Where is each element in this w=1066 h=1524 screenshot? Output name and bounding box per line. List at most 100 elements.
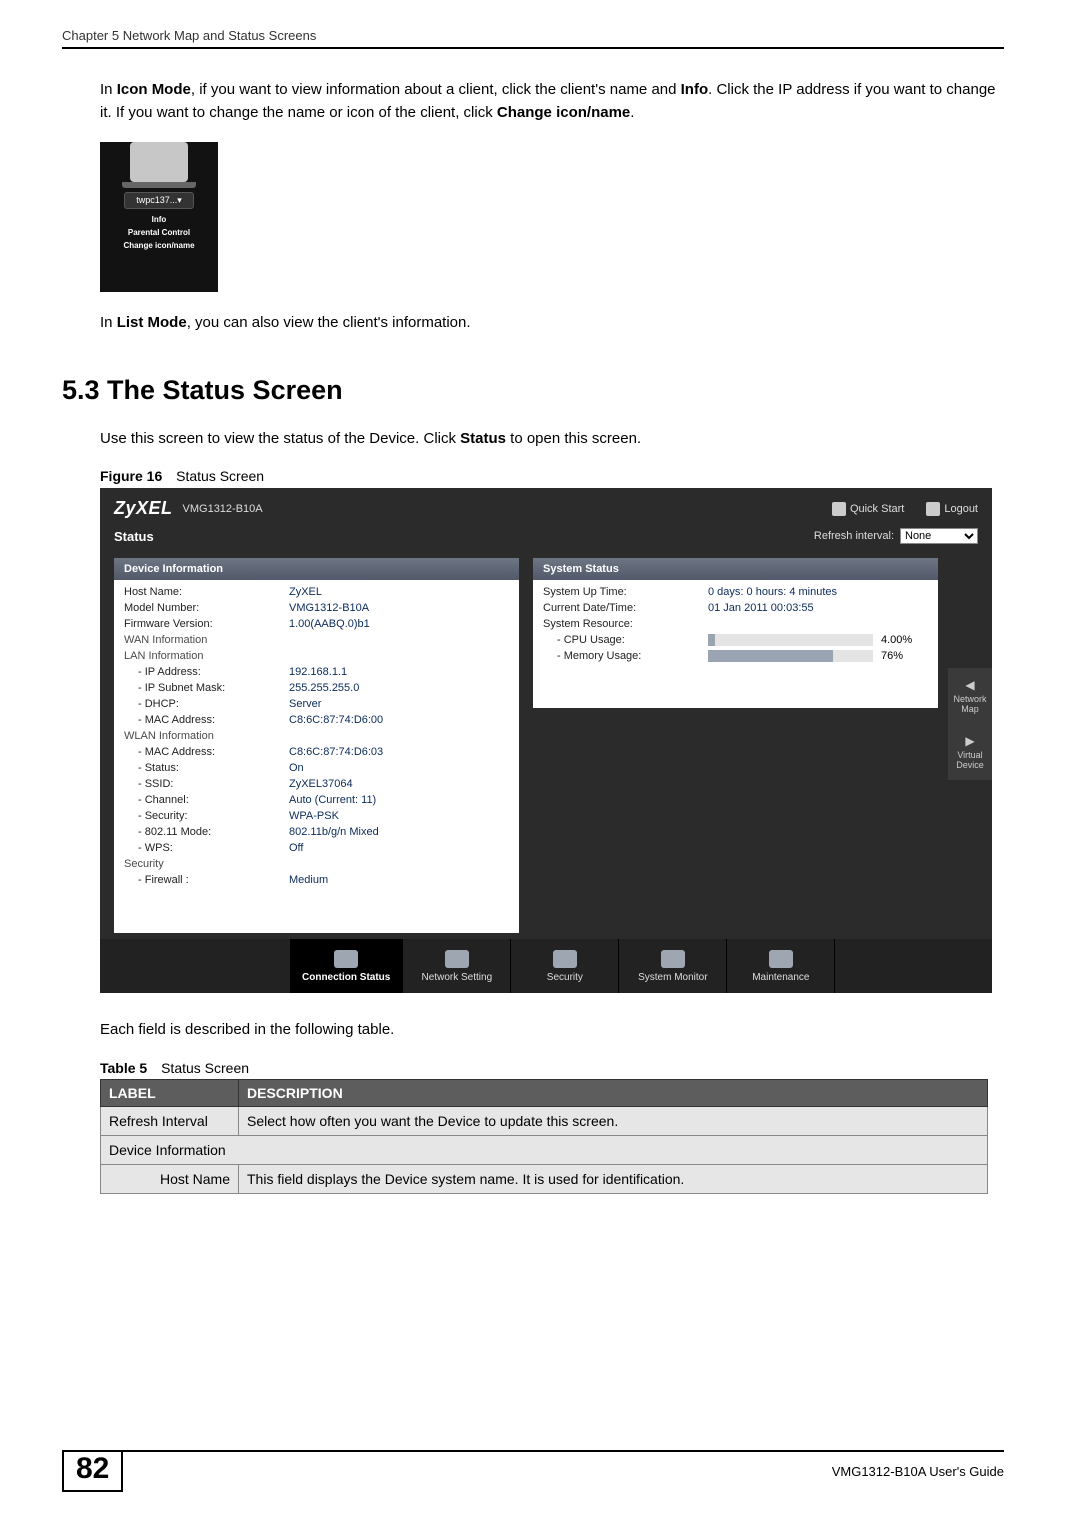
device-model: VMG1312-B10A [183,503,263,515]
bottom-nav-item[interactable]: System Monitor [619,939,727,993]
info-row: - IP Subnet Mask:255.255.255.0 [114,680,519,696]
table-header-description: DESCRIPTION [239,1079,988,1106]
row-label: Current Date/Time: [543,602,708,614]
info-row: WLAN Information [114,728,519,744]
page-footer: 82 VMG1312-B10A User's Guide [62,1450,1004,1492]
row-value: 0 days: 0 hours: 4 minutes [708,586,928,598]
row-label: - Security: [124,810,289,822]
row-value: 1.00(AABQ.0)b1 [289,618,509,630]
nav-icon [334,950,358,968]
text-bold: Info [681,81,709,98]
info-row: - 802.11 Mode:802.11b/g/n Mixed [114,824,519,840]
refresh-interval-select[interactable]: None [900,528,978,544]
table-cell-description: Select how often you want the Device to … [239,1106,988,1135]
text: , you can also view the client's informa… [187,314,471,331]
device-info-rows: Host Name:ZyXELModel Number:VMG1312-B10A… [114,580,519,892]
table-row: Refresh IntervalSelect how often you wan… [101,1106,988,1135]
virtual-device-tab[interactable]: ▶ Virtual Device [948,724,992,780]
row-value [289,858,509,870]
row-value: Server [289,698,509,710]
row-label: - Channel: [124,794,289,806]
page-number: 82 [62,1452,123,1492]
row-value: 255.255.255.0 [289,682,509,694]
info-row: Host Name:ZyXEL [114,584,519,600]
text: In [100,314,117,331]
guide-name: VMG1312-B10A User's Guide [832,1452,1004,1479]
row-label: - Status: [124,762,289,774]
info-row: Security [114,856,519,872]
logout-label: Logout [944,502,978,514]
table-cell-description: This field displays the Device system na… [239,1164,988,1193]
nav-label: Maintenance [752,972,809,983]
brand-logo: ZyXEL [114,498,173,519]
logout-link[interactable]: Logout [926,502,978,516]
text: Use this screen to view the status of th… [100,430,460,447]
usage-percent: 4.00% [881,634,912,646]
bottom-nav: Connection Status Network Setting Security… [100,939,992,993]
row-label: - MAC Address: [124,746,289,758]
row-value: WPA-PSK [289,810,509,822]
usage-percent: 76% [881,650,903,662]
status-screenshot: ZyXEL VMG1312-B10A Quick Start Logout St… [100,488,992,993]
text-bold: Status [460,430,506,447]
table-cell-label: Device Information [101,1135,988,1164]
row-value [289,730,509,742]
text: . [630,104,634,121]
screenshot-topbar: ZyXEL VMG1312-B10A Quick Start Logout [100,488,992,525]
row-value: ZyXEL [289,586,509,598]
screenshot-main: Device Information Host Name:ZyXELModel … [100,550,992,933]
paragraph-status-intro: Use this screen to view the status of th… [100,428,1004,451]
refresh-interval: Refresh interval: None [814,528,978,544]
section-heading: 5.3 The Status Screen [62,375,1004,406]
chevron-left-icon: ◀ [950,678,990,692]
usage-bar-fill [708,634,715,646]
paragraph-table-intro: Each field is described in the following… [100,1019,1004,1042]
paragraph-list-mode: In List Mode, you can also view the clie… [100,312,1004,335]
network-map-tab[interactable]: ◀ Network Map [948,668,992,724]
context-menu-item: Change icon/name [100,241,218,250]
bottom-nav-item[interactable]: Connection Status [290,939,403,993]
info-row: - Channel:Auto (Current: 11) [114,792,519,808]
row-value: On [289,762,509,774]
client-context-menu-image: twpc137...▾ Info Parental Control Change… [100,142,218,292]
info-row: WAN Information [114,632,519,648]
row-label: LAN Information [124,650,289,662]
row-label: System Resource: [543,618,708,630]
row-value: ZyXEL37064 [289,778,509,790]
text-bold: List Mode [117,314,187,331]
row-label: WAN Information [124,634,289,646]
table-title: Status Screen [161,1060,249,1076]
bottom-nav-items: Connection Status Network Setting Security… [290,939,835,993]
bottom-nav-item[interactable]: Security [511,939,619,993]
row-label: - IP Address: [124,666,289,678]
figure-number: Figure 16 [100,468,162,484]
top-actions: Quick Start Logout [832,502,978,516]
row-label: System Up Time: [543,586,708,598]
row-label: - MAC Address: [124,714,289,726]
refresh-interval-label: Refresh interval: [814,530,894,542]
row-value: Medium [289,874,509,886]
bottom-nav-item[interactable]: Maintenance [727,939,835,993]
paragraph-icon-mode: In Icon Mode, if you want to view inform… [100,79,1004,124]
status-title: Status [114,529,154,544]
info-row: Model Number:VMG1312-B10A [114,600,519,616]
context-menu-item: Info [100,215,218,224]
text: , if you want to view information about … [191,81,681,98]
bottom-nav-item[interactable]: Network Setting [403,939,511,993]
panel-heading: System Status [533,558,938,580]
table-row: Device Information [101,1135,988,1164]
row-value: 802.11b/g/n Mixed [289,826,509,838]
status-title-row: Status Refresh interval: None [100,525,992,550]
nav-label: Network Setting [422,972,493,983]
quick-start-link[interactable]: Quick Start [832,502,904,516]
row-value: C8:6C:87:74:D6:00 [289,714,509,726]
running-header: Chapter 5 Network Map and Status Screens [62,28,1004,49]
table-body: Refresh IntervalSelect how often you wan… [101,1106,988,1193]
row-label: - SSID: [124,778,289,790]
text-bold: Change icon/name [497,104,630,121]
row-value: 01 Jan 2011 00:03:55 [708,602,928,614]
context-menu-item: Parental Control [100,228,218,237]
nav-label: Connection Status [302,972,390,983]
row-value [708,618,928,630]
row-label: - IP Subnet Mask: [124,682,289,694]
